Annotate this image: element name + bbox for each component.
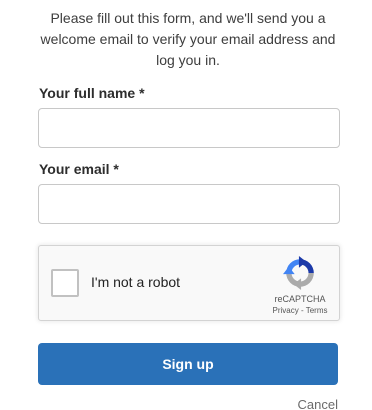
recaptcha-privacy-link[interactable]: Privacy: [273, 306, 299, 315]
signup-form-page: Please fill out this form, and we'll sen…: [0, 0, 372, 410]
email-label: Your email *: [39, 161, 119, 177]
recaptcha-brand: reCAPTCHA: [274, 294, 326, 304]
recaptcha-label: I'm not a robot: [91, 274, 181, 290]
full-name-input[interactable]: [38, 108, 340, 148]
email-input[interactable]: [38, 184, 340, 224]
recaptcha-links: Privacy - Terms: [261, 306, 339, 315]
recaptcha-logo-icon: [283, 256, 314, 290]
signup-button[interactable]: Sign up: [38, 343, 338, 385]
recaptcha-widget: I'm not a robot reCAPTCHA Privacy - Term…: [38, 245, 340, 321]
cancel-link[interactable]: Cancel: [298, 397, 338, 410]
recaptcha-checkbox[interactable]: [51, 269, 79, 297]
full-name-label: Your full name *: [39, 85, 145, 101]
recaptcha-terms-link[interactable]: Terms: [306, 306, 328, 315]
form-intro-text: Please fill out this form, and we'll sen…: [40, 10, 336, 68]
recaptcha-links-separator: -: [298, 306, 306, 315]
